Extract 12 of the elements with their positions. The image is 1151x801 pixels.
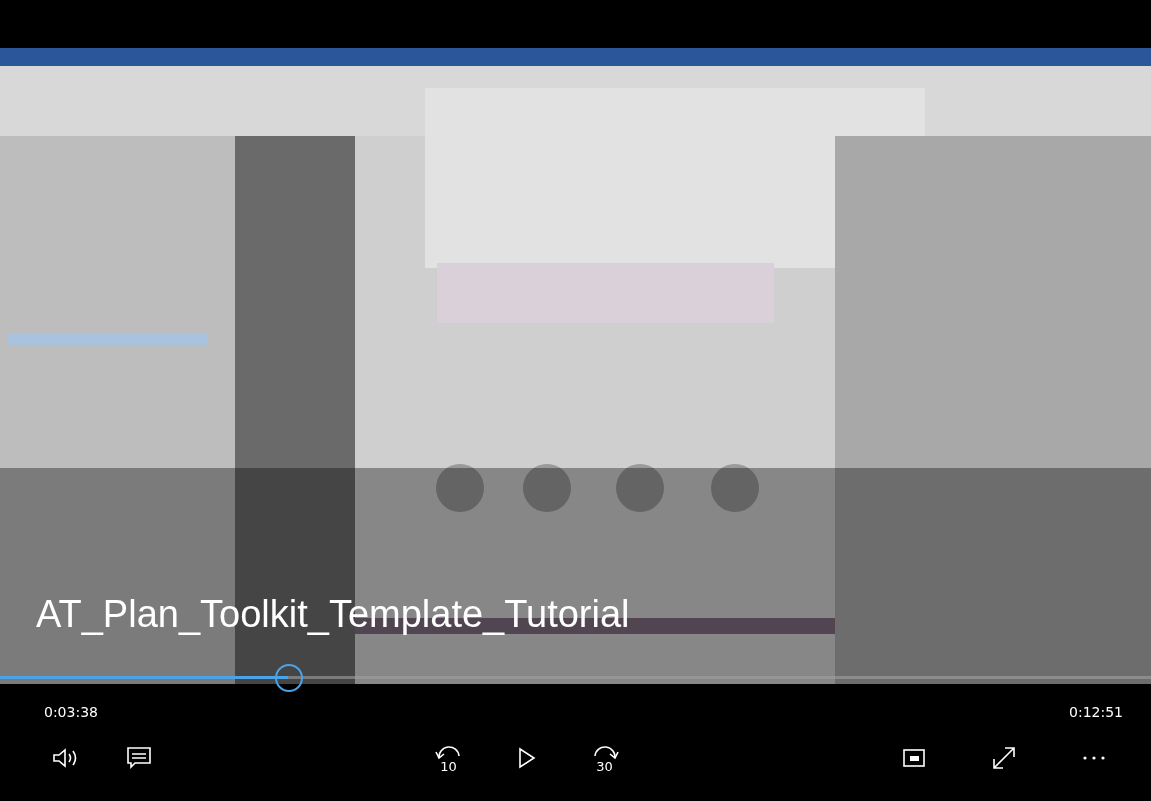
captions-icon[interactable] [126,746,152,770]
skip-forward-button[interactable]: 30 [587,738,622,778]
video-title: AT_Plan_Toolkit_Template_Tutorial [36,593,630,636]
play-icon[interactable] [517,747,536,769]
fullscreen-icon[interactable] [991,745,1017,771]
elapsed-time: 0:03:38 [44,704,98,720]
skip-back-arrow-icon [434,743,463,760]
more-icon[interactable] [1082,755,1106,761]
miniview-icon[interactable] [903,749,925,767]
duration-time: 0:12:51 [1069,704,1123,720]
progress-thumb[interactable] [274,664,303,692]
skip-back-button[interactable]: 10 [431,738,466,778]
